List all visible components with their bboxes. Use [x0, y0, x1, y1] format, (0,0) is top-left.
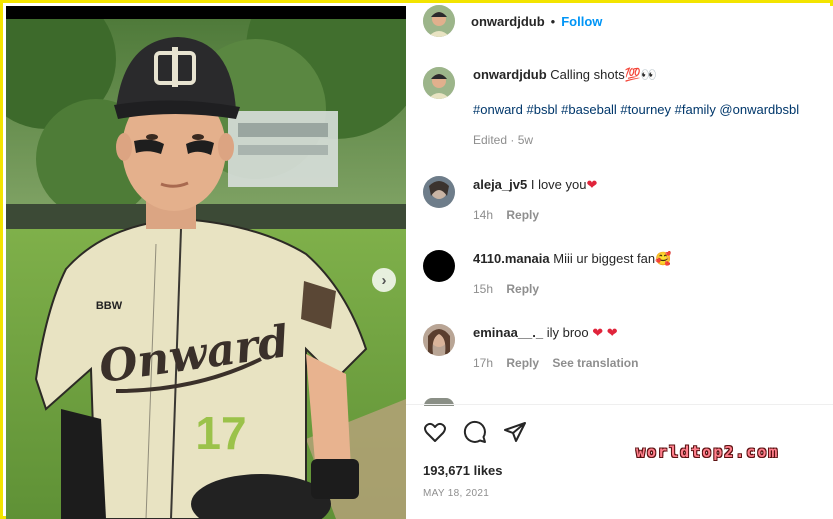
caption-age: 5w: [517, 133, 534, 147]
share-icon[interactable]: [503, 420, 527, 444]
comment-item: aleja_jv5 I love you❤ 14h Reply: [423, 176, 823, 224]
follow-button[interactable]: Follow: [561, 14, 602, 29]
commenter-avatar[interactable]: [423, 250, 455, 282]
reply-button[interactable]: Reply: [506, 208, 539, 222]
comment-age: 14h: [473, 208, 494, 222]
comment-username[interactable]: aleja_jv5: [473, 177, 527, 192]
edited-label: Edited: [473, 133, 508, 147]
post-date: MAY 18, 2021: [423, 488, 490, 499]
comment-item: 4110.manaia Miii ur biggest fan🥰 15h Rep…: [423, 250, 823, 298]
carousel-next-icon[interactable]: ›: [372, 268, 396, 292]
comment-username[interactable]: 4110.manaia: [473, 251, 550, 266]
caption-meta: Edited · 5w: [473, 133, 534, 147]
post-caption: onwardjdub Calling shots💯👀 #onward #bsbl…: [423, 67, 823, 149]
caption-hashtags[interactable]: #onward #bsbl #baseball #tourney #family…: [473, 101, 799, 118]
caption-text: Calling shots💯👀: [550, 67, 658, 82]
comment-username[interactable]: eminaa__._: [473, 325, 543, 340]
comment-icon[interactable]: [463, 420, 487, 444]
comment-age: 15h: [473, 282, 494, 296]
header-separator: •: [550, 13, 556, 29]
heart-emoji: ❤ ❤: [592, 325, 618, 340]
reply-button[interactable]: Reply: [506, 356, 539, 370]
photo-top-bar: [6, 6, 406, 19]
caption-username[interactable]: onwardjdub: [473, 67, 547, 82]
comment-age: 17h: [473, 356, 494, 370]
watermark-text: worldtop2.com: [636, 443, 780, 461]
see-translation-button[interactable]: See translation: [552, 356, 638, 370]
likes-count[interactable]: 193,671 likes: [423, 463, 503, 478]
player-photo-illustration: Onward 17 BBW: [6, 19, 406, 519]
post-header: onwardjdub • Follow: [406, 5, 833, 37]
author-avatar[interactable]: [423, 5, 455, 37]
commenter-avatar[interactable]: [423, 324, 455, 356]
post-photo[interactable]: Onward 17 BBW ›: [6, 6, 406, 519]
caption-avatar[interactable]: [423, 67, 455, 99]
comment-text: Miii ur biggest fan: [553, 251, 656, 266]
jersey-number: 17: [195, 407, 246, 459]
heart-icon[interactable]: [423, 420, 447, 444]
commenter-avatar[interactable]: [423, 176, 455, 208]
post-actions: [423, 420, 527, 444]
sleeve-logo: BBW: [96, 300, 123, 312]
comment-text: ily broo: [546, 325, 589, 340]
comment-item: eminaa__._ ily broo ❤ ❤ 17h Reply See tr…: [423, 324, 823, 372]
author-username[interactable]: onwardjdub: [471, 14, 545, 29]
reply-button[interactable]: Reply: [506, 282, 539, 296]
comment-text: I love you: [530, 177, 587, 192]
smiling-hearts-emoji: 🥰: [655, 251, 672, 266]
actions-divider: [406, 404, 833, 405]
heart-emoji: ❤: [586, 177, 598, 192]
post-frame: Onward 17 BBW › onwardjdub • Follow onwa…: [0, 0, 833, 519]
post-panel: onwardjdub • Follow onwardjdub Calling s…: [406, 5, 833, 519]
